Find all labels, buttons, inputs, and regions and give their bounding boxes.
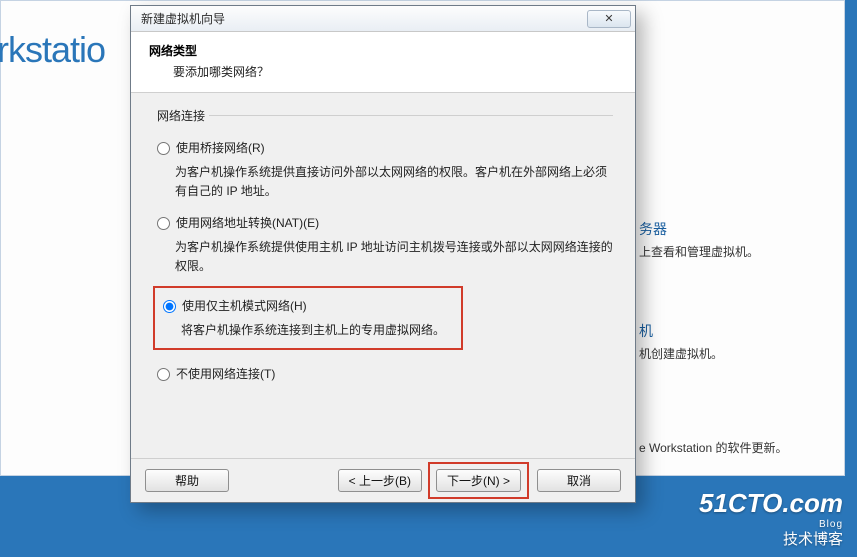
cancel-button[interactable]: 取消 [537,469,621,492]
header-title: 网络类型 [149,42,617,59]
radio-none[interactable] [157,368,170,381]
side-section-1-desc: 上查看和管理虚拟机。 [639,243,759,260]
network-group: 网络连接 使用桥接网络(R) 为客户机操作系统提供直接访问外部以太网网络的权限。… [153,107,613,387]
side-section-1-title: 务器 [639,219,667,239]
titlebar[interactable]: 新建虚拟机向导 ✕ [131,6,635,32]
brand-partial: rkstatio [0,29,105,71]
radio-hostonly[interactable] [163,300,176,313]
option-bridged-desc: 为客户机操作系统提供直接访问外部以太网网络的权限。客户机在外部网络上必须有自己的… [153,161,613,209]
side-section-3-desc: e Workstation 的软件更新。 [639,439,787,456]
option-nat-label: 使用网络地址转换(NAT)(E) [176,215,319,232]
side-section-2-desc: 机创建虚拟机。 [639,345,723,362]
group-label: 网络连接 [153,107,209,124]
help-button[interactable]: 帮助 [145,469,229,492]
wizard-content: 网络连接 使用桥接网络(R) 为客户机操作系统提供直接访问外部以太网网络的权限。… [131,93,635,387]
close-button[interactable]: ✕ [587,10,631,28]
wizard-dialog: 新建虚拟机向导 ✕ 网络类型 要添加哪类网络？ 网络连接 使用桥接网络(R) 为… [130,5,636,503]
watermark-line3: 技术博客 [699,531,843,549]
option-hostonly-desc: 将客户机操作系统连接到主机上的专用虚拟网络。 [159,319,457,344]
next-highlight: 下一步(N) > [428,462,529,499]
side-section-2-title: 机 [639,321,653,341]
back-button[interactable]: < 上一步(B) [338,469,422,492]
option-bridged-label: 使用桥接网络(R) [176,140,265,157]
option-none-label: 不使用网络连接(T) [176,366,275,383]
dialog-title: 新建虚拟机向导 [141,10,587,27]
watermark-line2: Blog [699,519,843,531]
option-hostonly-label: 使用仅主机模式网络(H) [182,298,307,315]
wizard-footer: 帮助 < 上一步(B) 下一步(N) > 取消 [131,458,635,502]
option-hostonly[interactable]: 使用仅主机模式网络(H) [159,292,457,319]
radio-nat[interactable] [157,217,170,230]
option-nat[interactable]: 使用网络地址转换(NAT)(E) [153,209,613,236]
option-none[interactable]: 不使用网络连接(T) [153,360,613,387]
header-subtitle: 要添加哪类网络？ [149,59,617,80]
selected-highlight: 使用仅主机模式网络(H) 将客户机操作系统连接到主机上的专用虚拟网络。 [153,286,463,350]
watermark-line1: 51CTO.com [699,488,843,519]
radio-bridged[interactable] [157,142,170,155]
watermark: 51CTO.com Blog 技术博客 [699,488,843,549]
option-bridged[interactable]: 使用桥接网络(R) [153,134,613,161]
wizard-header: 网络类型 要添加哪类网络？ [131,32,635,93]
option-nat-desc: 为客户机操作系统提供使用主机 IP 地址访问主机拨号连接或外部以太网网络连接的权… [153,236,613,284]
next-button[interactable]: 下一步(N) > [436,469,521,492]
